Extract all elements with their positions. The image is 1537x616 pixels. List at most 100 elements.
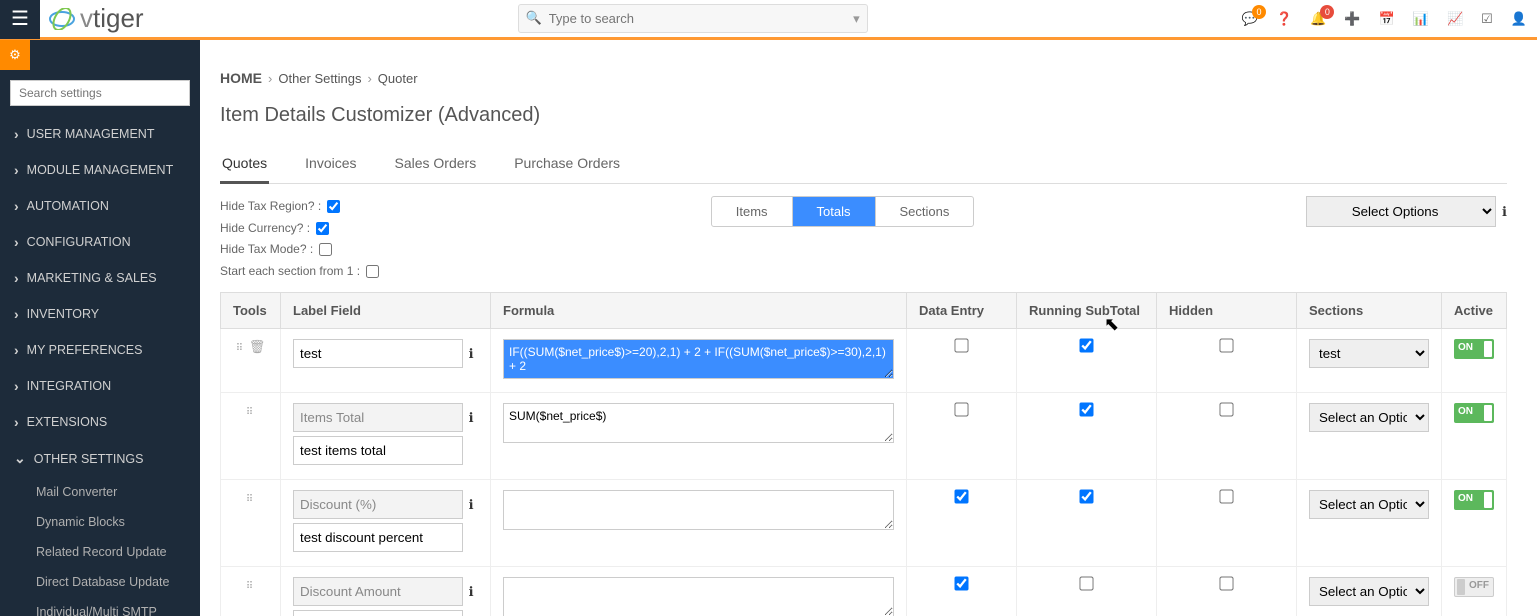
breadcrumb: HOME › Other Settings › Quoter — [220, 70, 1507, 86]
data-entry-checkbox[interactable] — [954, 339, 968, 353]
table-row: ⠿ 🗑 ℹ IF((SUM($net_price$)>=20),2,1) + 2… — [221, 329, 1507, 393]
logo: vtiger — [48, 3, 144, 34]
tab-sales-orders[interactable]: Sales Orders — [393, 147, 479, 183]
active-toggle[interactable] — [1454, 490, 1494, 510]
data-entry-checkbox[interactable] — [954, 490, 968, 504]
sidebar-category[interactable]: OTHER SETTINGS — [0, 440, 200, 477]
sidebar-category[interactable]: INVENTORY — [0, 296, 200, 332]
segment-sections[interactable]: Sections — [876, 197, 974, 226]
sidebar-sub-item[interactable]: Direct Database Update — [0, 567, 200, 597]
chat-icon[interactable]: 💬0 — [1242, 11, 1258, 27]
table-row: ⠿ ℹ SUM($net_price$) Select an Option — [221, 393, 1507, 480]
running-subtotal-checkbox[interactable] — [1079, 577, 1093, 591]
running-subtotal-checkbox[interactable] — [1079, 490, 1093, 504]
formula-textarea[interactable] — [503, 490, 894, 530]
totals-table: Tools Label Field Formula Data Entry Run… — [220, 292, 1507, 616]
name-input[interactable] — [293, 610, 463, 616]
start-each-label: Start each section from 1 : — [220, 261, 360, 283]
chart-icon[interactable]: 📊 — [1413, 11, 1429, 27]
sidebar-sub-item[interactable]: Mail Converter — [0, 477, 200, 507]
breadcrumb-home[interactable]: HOME — [220, 70, 262, 86]
data-entry-checkbox[interactable] — [954, 577, 968, 591]
drag-handle-icon[interactable]: ⠿ — [246, 407, 255, 418]
label-input — [293, 577, 463, 606]
hide-tax-region-checkbox[interactable] — [327, 200, 340, 213]
label-input — [293, 403, 463, 432]
formula-textarea[interactable]: SUM($net_price$) — [503, 403, 894, 443]
tab-purchase-orders[interactable]: Purchase Orders — [512, 147, 622, 183]
section-select[interactable]: test — [1309, 339, 1429, 368]
sidebar-sub-item[interactable]: Individual/Multi SMTP — [0, 597, 200, 616]
segment-totals[interactable]: Totals — [793, 197, 876, 226]
info-icon: ℹ — [1502, 204, 1507, 220]
sidebar-category[interactable]: MARKETING & SALES — [0, 260, 200, 296]
page-title: Item Details Customizer (Advanced) — [220, 104, 1507, 127]
drag-handle-icon[interactable]: ⠿ — [246, 581, 255, 592]
sidebar-category[interactable]: AUTOMATION — [0, 188, 200, 224]
section-select[interactable]: Select an Option — [1309, 403, 1429, 432]
sidebar: USER MANAGEMENTMODULE MANAGEMENTAUTOMATI… — [0, 40, 200, 616]
calendar-icon[interactable]: 📅 — [1379, 11, 1395, 27]
sidebar-category[interactable]: USER MANAGEMENT — [0, 116, 200, 152]
info-icon: ℹ — [469, 410, 474, 426]
formula-textarea[interactable]: IF((SUM($net_price$)>=20),2,1) + 2 + IF(… — [503, 339, 894, 379]
hidden-checkbox[interactable] — [1219, 403, 1233, 417]
user-icon[interactable]: 👤 — [1511, 11, 1527, 27]
active-toggle[interactable] — [1454, 577, 1494, 597]
start-each-checkbox[interactable] — [366, 265, 379, 278]
running-subtotal-checkbox[interactable] — [1079, 339, 1093, 353]
sidebar-sub-item[interactable]: Dynamic Blocks — [0, 507, 200, 537]
name-input[interactable] — [293, 523, 463, 552]
help-icon[interactable]: ❓ — [1276, 11, 1292, 27]
sidebar-category[interactable]: INTEGRATION — [0, 368, 200, 404]
info-icon: ℹ — [469, 584, 474, 600]
data-entry-checkbox[interactable] — [954, 403, 968, 417]
hide-tax-mode-checkbox[interactable] — [319, 243, 332, 256]
global-search-input[interactable] — [518, 4, 868, 33]
info-icon: ℹ — [469, 497, 474, 513]
hidden-checkbox[interactable] — [1219, 339, 1233, 353]
sidebar-category[interactable]: CONFIGURATION — [0, 224, 200, 260]
dropdown-icon[interactable]: ▾ — [853, 11, 860, 27]
hide-currency-label: Hide Currency? : — [220, 218, 310, 240]
sidebar-category[interactable]: MY PREFERENCES — [0, 332, 200, 368]
hidden-checkbox[interactable] — [1219, 490, 1233, 504]
drag-handle-icon[interactable]: ⠿ — [236, 343, 245, 354]
bell-icon[interactable]: 🔔0 — [1310, 11, 1326, 27]
table-row: ⠿ ℹ Select an Option — [221, 567, 1507, 616]
select-options-dropdown[interactable]: Select Options — [1306, 196, 1496, 227]
hidden-checkbox[interactable] — [1219, 577, 1233, 591]
tab-quotes[interactable]: Quotes — [220, 147, 269, 184]
breadcrumb-item[interactable]: Other Settings — [278, 71, 361, 86]
sidebar-category[interactable]: MODULE MANAGEMENT — [0, 152, 200, 188]
sidebar-category[interactable]: EXTENSIONS — [0, 404, 200, 440]
label-input[interactable] — [293, 339, 463, 368]
breadcrumb-item[interactable]: Quoter — [378, 71, 418, 86]
checkbox-icon[interactable]: ☑ — [1481, 11, 1493, 27]
settings-gear-icon[interactable]: ⚙ — [0, 40, 30, 70]
table-row: ⠿ ℹ Select an Option — [221, 480, 1507, 567]
sidebar-sub-item[interactable]: Related Record Update — [0, 537, 200, 567]
formula-textarea[interactable] — [503, 577, 894, 616]
section-select[interactable]: Select an Option — [1309, 490, 1429, 519]
settings-search-input[interactable] — [10, 80, 190, 106]
area-chart-icon[interactable]: 📈 — [1447, 11, 1463, 27]
running-subtotal-checkbox[interactable] — [1079, 403, 1093, 417]
segment-items[interactable]: Items — [712, 197, 793, 226]
name-input[interactable] — [293, 436, 463, 465]
hamburger-menu[interactable]: ☰ — [0, 0, 40, 39]
active-toggle[interactable] — [1454, 339, 1494, 359]
plus-icon[interactable]: ➕ — [1344, 11, 1360, 27]
delete-icon[interactable]: 🗑 — [249, 339, 266, 354]
hide-tax-mode-label: Hide Tax Mode? : — [220, 239, 313, 261]
hide-currency-checkbox[interactable] — [316, 222, 329, 235]
hide-tax-region-label: Hide Tax Region? : — [220, 196, 321, 218]
label-input — [293, 490, 463, 519]
info-icon: ℹ — [469, 346, 474, 362]
active-toggle[interactable] — [1454, 403, 1494, 423]
tab-invoices[interactable]: Invoices — [303, 147, 358, 183]
tabs: Quotes Invoices Sales Orders Purchase Order… — [220, 147, 1507, 184]
drag-handle-icon[interactable]: ⠿ — [246, 494, 255, 505]
search-icon: 🔍 — [526, 10, 542, 26]
section-select[interactable]: Select an Option — [1309, 577, 1429, 606]
